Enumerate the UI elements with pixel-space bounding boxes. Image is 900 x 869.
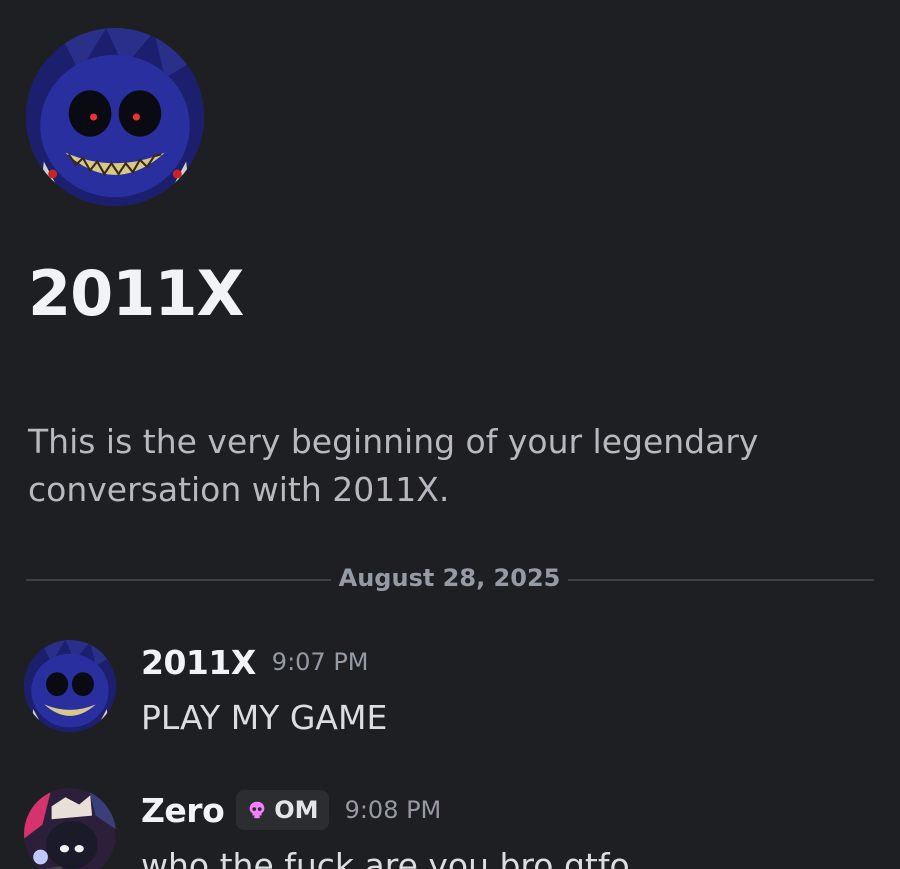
message-header: 2011X 9:07 PM [141,640,369,684]
message-content: PLAY MY GAME [141,698,388,737]
message-header: Zero OM 9:08 PM [141,788,441,832]
server-tag[interactable]: OM [236,790,329,830]
anime-avatar-icon [24,788,116,869]
message-avatar[interactable] [24,788,116,869]
date-divider: August 28, 2025 [26,560,874,600]
channel-title: 2011X [28,257,244,330]
sonic-exe-avatar-icon [24,640,116,732]
message-item: Zero OM 9:08 PM who the fuck are you bro… [24,788,884,869]
divider-line-left [26,579,331,581]
skull-icon [249,801,265,819]
dm-chat-view: 2011X This is the very beginning of your… [0,0,900,869]
message-item: 2011X 9:07 PM PLAY MY GAME [24,640,884,740]
message-author[interactable]: 2011X [141,643,256,682]
message-timestamp: 9:08 PM [344,796,442,824]
sonic-exe-avatar-icon [26,28,204,206]
message-avatar[interactable] [24,640,116,732]
divider-line-right [568,579,874,581]
conversation-intro: This is the very beginning of your legen… [28,422,759,509]
message-author[interactable]: Zero [141,791,225,830]
server-tag-label: OM [274,796,319,824]
message-content: who the fuck are you bro gtfo [141,846,630,869]
message-timestamp: 9:07 PM [271,648,369,676]
intro-avatar[interactable] [26,28,204,206]
divider-date: August 28, 2025 [338,564,561,592]
